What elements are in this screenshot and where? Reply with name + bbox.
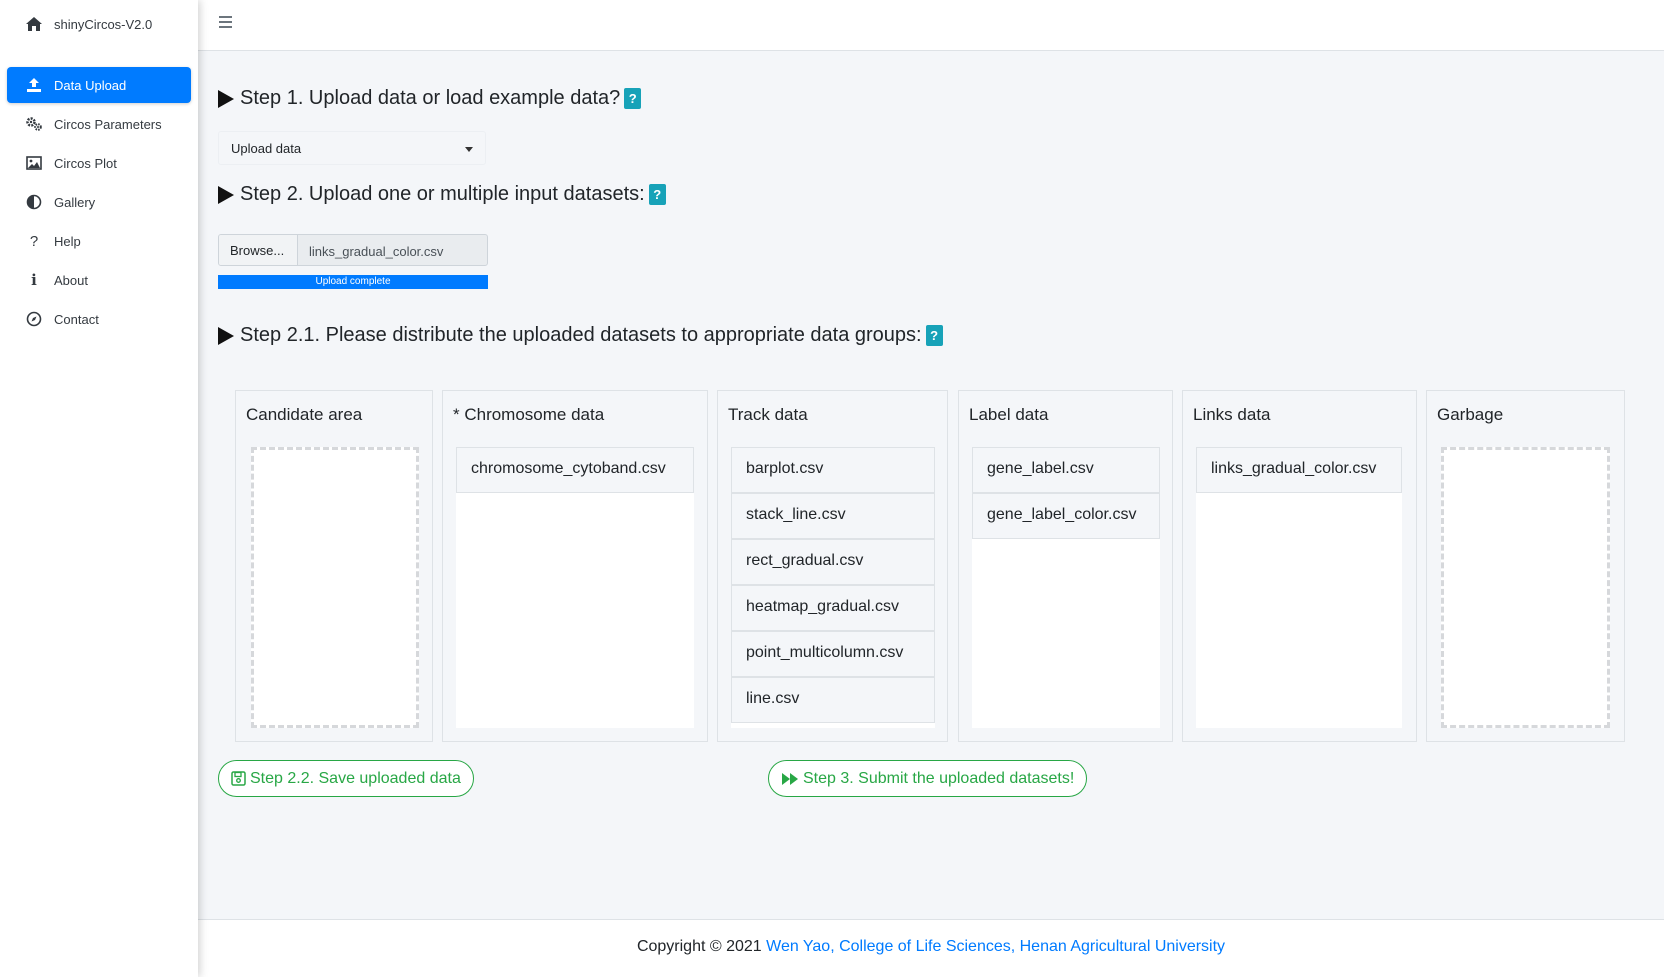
caret-down-icon [465, 147, 473, 152]
file-name-field[interactable]: links_gradual_color.csv [298, 235, 487, 265]
save-button-label: Step 2.2. Save uploaded data [250, 769, 461, 787]
submit-datasets-button[interactable]: Step 3. Submit the uploaded datasets! [768, 760, 1088, 797]
label-drop-zone[interactable]: gene_label.csv gene_label_color.csv [972, 447, 1160, 728]
list-item[interactable]: gene_label_color.csv [972, 493, 1160, 539]
gears-icon [24, 114, 44, 134]
home-icon [24, 14, 44, 34]
group-candidate-area: Candidate area [235, 390, 433, 742]
list-item[interactable]: heatmap_gradual.csv [731, 585, 935, 631]
list-item[interactable]: gene_label.csv [972, 447, 1160, 493]
step1-heading: Step 1. Upload data or load example data… [218, 87, 642, 110]
step2-text: Step 2. Upload one or multiple input dat… [240, 183, 645, 205]
image-icon [24, 153, 44, 173]
list-item[interactable]: rect_gradual.csv [731, 539, 935, 585]
brand-link[interactable]: shinyCircos-V2.0 [0, 0, 198, 48]
floppy-disk-icon [231, 771, 246, 786]
track-drop-zone[interactable]: barplot.csv stack_line.csv rect_gradual.… [731, 447, 935, 728]
file-input: Browse... links_gradual_color.csv [218, 234, 488, 266]
sidebar-item-label: Help [54, 233, 81, 249]
top-navbar [198, 0, 1664, 51]
half-circle-icon [24, 192, 44, 212]
play-icon [218, 326, 234, 345]
question-icon: ? [29, 232, 39, 250]
footer: Copyright © 2021 Wen Yao, College of Lif… [198, 919, 1664, 977]
list-item[interactable]: links_gradual_color.csv [1196, 447, 1402, 493]
upload-mode-value: Upload data [231, 141, 302, 156]
sidebar-item-circos-parameters[interactable]: Circos Parameters [7, 106, 191, 142]
chromosome-drop-zone[interactable]: chromosome_cytoband.csv [456, 447, 694, 728]
list-item[interactable]: stack_line.csv [731, 493, 935, 539]
step1-text: Step 1. Upload data or load example data… [240, 87, 621, 109]
upload-progress-bar: Upload complete [218, 275, 488, 289]
list-item[interactable]: chromosome_cytoband.csv [456, 447, 694, 493]
group-label-data: Label data gene_label.csv gene_label_col… [958, 390, 1173, 742]
submit-button-label: Step 3. Submit the uploaded datasets! [803, 769, 1075, 787]
links-drop-zone[interactable]: links_gradual_color.csv [1196, 447, 1402, 728]
play-icon [218, 89, 234, 108]
group-title: Links data [1193, 405, 1271, 424]
garbage-drop-zone[interactable] [1441, 447, 1610, 728]
candidate-drop-zone[interactable] [251, 447, 419, 728]
help-tooltip-icon[interactable]: ? [624, 88, 642, 109]
browse-button[interactable]: Browse... [219, 235, 298, 265]
sidebar-item-label: Circos Parameters [54, 116, 162, 132]
group-links-data: Links data links_gradual_color.csv [1182, 390, 1417, 742]
list-item[interactable]: point_multicolumn.csv [731, 631, 935, 677]
info-icon: i [31, 271, 37, 289]
app-title: shinyCircos-V2.0 [54, 16, 153, 32]
main-content: Step 1. Upload data or load example data… [198, 51, 1664, 919]
sidebar-nav: Data Upload Circos Parameters Circos Plo… [0, 67, 198, 337]
group-title: * Chromosome data [453, 405, 605, 424]
sidebar-item-about[interactable]: i About [7, 262, 191, 298]
sidebar-item-circos-plot[interactable]: Circos Plot [7, 145, 191, 181]
list-item[interactable]: line.csv [731, 677, 935, 723]
group-track-data: Track data barplot.csv stack_line.csv re… [717, 390, 948, 742]
compass-icon [24, 309, 44, 329]
author-link[interactable]: Wen Yao, College of Life Sciences, Henan… [766, 938, 1225, 955]
step21-text: Step 2.1. Please distribute the uploaded… [240, 324, 922, 346]
sidebar: shinyCircos-V2.0 Data Upload Circos Para… [0, 0, 198, 977]
step21-heading: Step 2.1. Please distribute the uploaded… [218, 324, 943, 347]
help-tooltip-icon[interactable]: ? [648, 184, 666, 205]
group-title: Garbage [1437, 405, 1504, 424]
menu-toggle-icon[interactable] [219, 16, 235, 32]
group-title: Label data [969, 405, 1049, 424]
group-title: Candidate area [246, 405, 363, 424]
sidebar-item-label: About [54, 272, 88, 288]
sidebar-item-label: Contact [54, 311, 99, 327]
sidebar-item-help[interactable]: ? Help [7, 223, 191, 259]
group-chromosome-data: * Chromosome data chromosome_cytoband.cs… [442, 390, 708, 742]
sidebar-item-gallery[interactable]: Gallery [7, 184, 191, 220]
copyright-text: Copyright © 2021 [636, 938, 767, 955]
step2-heading: Step 2. Upload one or multiple input dat… [218, 183, 666, 206]
data-groups: Candidate area * Chromosome data chromos… [235, 390, 1625, 744]
sidebar-item-label: Data Upload [54, 77, 127, 93]
sidebar-item-contact[interactable]: Contact [7, 301, 191, 337]
sidebar-item-data-upload[interactable]: Data Upload [7, 67, 191, 103]
play-icon [218, 185, 234, 204]
group-title: Track data [728, 405, 808, 424]
upload-mode-select[interactable]: Upload data [218, 131, 486, 165]
list-item[interactable]: barplot.csv [731, 447, 935, 493]
fast-forward-icon [781, 772, 799, 786]
upload-icon [24, 75, 44, 95]
sidebar-item-label: Circos Plot [54, 155, 117, 171]
group-garbage: Garbage [1426, 390, 1625, 742]
sidebar-item-label: Gallery [54, 194, 96, 210]
help-tooltip-icon[interactable]: ? [925, 325, 943, 346]
save-uploaded-data-button[interactable]: Step 2.2. Save uploaded data [218, 760, 474, 797]
